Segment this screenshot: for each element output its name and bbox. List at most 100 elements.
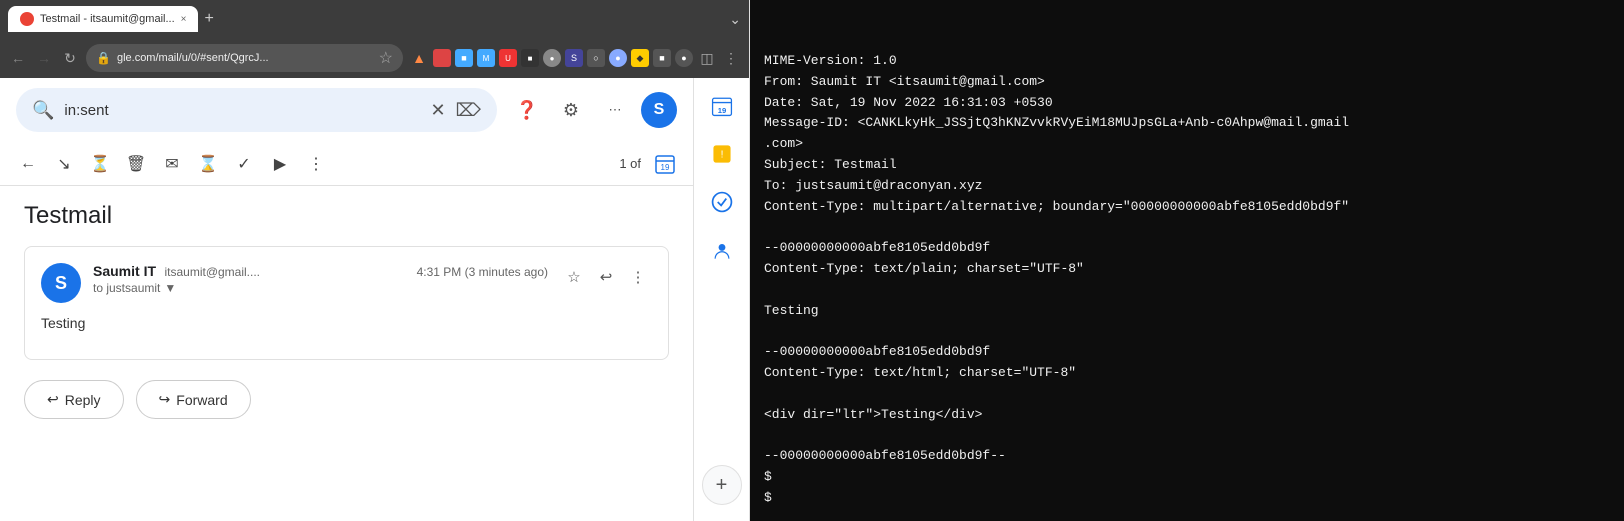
calendar-button[interactable]: 19 [649,148,681,180]
terminal-line [764,217,1610,238]
bookmark-icon[interactable]: ☆ [379,48,393,68]
search-text: in:sent [64,102,420,119]
sidebar-tasks-icon[interactable] [702,182,742,222]
sidebar-calendar-icon[interactable]: 19 [702,86,742,126]
email-subject: Testmail [24,202,669,230]
forward-label: Forward [176,392,227,408]
brave-icon[interactable]: ▲ [409,48,429,68]
email-toolbar: ← ↘ ⏳ 🗑 ✉ ⌛ ✓ ▶ ⋮ 1 of 19 [0,142,693,186]
forward-button[interactable]: ↪ Forward [136,380,251,419]
terminal-line: Content-Type: multipart/alternative; bou… [764,197,1610,218]
more-actions-button[interactable]: ⋮ [300,148,332,180]
ext-icon-6[interactable]: ● [543,49,561,67]
sidebar-notification-icon[interactable]: ! [702,134,742,174]
move-to-button[interactable]: ▶ [264,148,296,180]
email-header-actions: ☆ ↩ ⋮ [560,263,652,291]
ext-icon-7[interactable]: S [565,49,583,67]
snooze-button[interactable]: ⌛ [192,148,224,180]
sender-avatar: S [41,263,81,303]
email-time: 4:31 PM (3 minutes ago) [417,265,548,279]
to-dropdown-button[interactable]: ▼ [164,281,176,295]
settings-button[interactable]: ⚙ [553,92,589,128]
browser-back-button[interactable]: ← [8,48,28,68]
more-options-button[interactable]: ⋮ [624,263,652,291]
reply-icon: ↩ [47,391,59,408]
terminal-line: Testing [764,301,1610,322]
email-actions: ↩ Reply ↪ Forward [24,380,669,419]
gmail-right-sidebar: 19 ! [693,78,749,521]
svg-text:19: 19 [717,106,726,115]
terminal-line: Content-Type: text/html; charset="UTF-8" [764,363,1610,384]
search-box[interactable]: 🔍 in:sent ✕ ⌦ [16,88,497,132]
reply-label: Reply [65,392,101,408]
sidebar-contacts-icon[interactable] [702,230,742,270]
terminal-line: To: justsaumit@draconyan.xyz [764,176,1610,197]
browser-extensions: ▲ ■ M U ■ ● S ○ ● ◆ ■ ● ◫ ⋮ [409,48,741,68]
gmail-header-icons: ❓ ⚙ ⋯ S [509,92,677,128]
terminal-panel: const tData = JSON.parse(document.getEle… [750,0,1624,521]
sender-email: itsaumit@gmail.... [164,265,260,279]
terminal-line: Content-Type: text/plain; charset="UTF-8… [764,259,1610,280]
ext-icon-4[interactable]: U [499,49,517,67]
mark-unread-button[interactable]: ✉ [156,148,188,180]
reply-button[interactable]: ↩ Reply [24,380,124,419]
apps-button[interactable]: ⋯ [597,92,633,128]
search-icon: 🔍 [32,100,54,121]
svg-text:19: 19 [661,163,670,172]
delete-button[interactable]: 🗑 [120,148,152,180]
browser-refresh-button[interactable]: ↻ [60,48,80,68]
sender-name: Saumit IT [93,263,156,279]
browser-menu-button[interactable]: ⋮ [721,48,741,68]
svg-text:!: ! [720,149,723,160]
calendar-icon: 19 [653,152,677,176]
lock-icon: 🔒 [96,51,111,65]
address-bar[interactable]: 🔒 gle.com/mail/u/0/#sent/QgrcJ... ☆ [86,44,403,72]
ext-icon-9[interactable]: ● [609,49,627,67]
terminal-line: --00000000000abfe8105edd0bd9f [764,342,1610,363]
ext-icon-10[interactable]: ◆ [631,49,649,67]
tab-title: Testmail - itsaumit@gmail... [40,13,175,25]
email-to-line: to justsaumit ▼ [93,281,548,295]
terminal-line: MIME-Version: 1.0 [764,51,1610,72]
reply-quick-button[interactable]: ↩ [592,263,620,291]
user-avatar[interactable]: S [641,92,677,128]
back-button[interactable]: ← [12,148,44,180]
to-text: to justsaumit [93,281,160,295]
spam-button[interactable]: ⏳ [84,148,116,180]
search-clear-button[interactable]: ✕ [430,100,445,121]
terminal-line: --00000000000abfe8105edd0bd9f [764,238,1610,259]
browser-forward-button[interactable]: → [34,48,54,68]
email-header: S Saumit IT itsaumit@gmail.... 4:31 PM (… [41,263,652,303]
terminal-line [764,384,1610,405]
terminal-line [764,280,1610,301]
terminal-line [764,425,1610,446]
extensions-menu-button[interactable]: ◫ [697,48,717,68]
help-button[interactable]: ❓ [509,92,545,128]
ext-icon-1[interactable] [433,49,451,67]
ext-icon-3[interactable]: M [477,49,495,67]
ext-icon-8[interactable]: ○ [587,49,605,67]
page-indicator: 1 of [619,156,641,171]
ext-icon-2[interactable]: ■ [455,49,473,67]
terminal-line: --00000000000abfe8105edd0bd9f-- [764,446,1610,467]
tab-favicon [20,12,34,26]
tab-close-button[interactable]: × [181,14,187,25]
ext-icon-11[interactable]: ■ [653,49,671,67]
sidebar-add-button[interactable]: + [702,465,742,505]
terminal-line: Message-ID: <CANKLkyHk_JSSjtQ3hKNZvvkRVy… [764,113,1610,134]
email-content-area: Testmail S Saumit IT itsaumit@gmail.... … [0,186,693,521]
mark-done-button[interactable]: ✓ [228,148,260,180]
terminal-line: Date: Sat, 19 Nov 2022 16:31:03 +0530 [764,93,1610,114]
forward-icon: ↪ [159,391,171,408]
tab-chevron-button[interactable]: ⌄ [729,11,741,28]
ext-icon-5[interactable]: ■ [521,49,539,67]
ext-icon-12[interactable]: ● [675,49,693,67]
new-tab-button[interactable]: + [204,10,213,28]
search-filter-button[interactable]: ⌦ [456,100,481,121]
star-button[interactable]: ☆ [560,263,588,291]
active-tab[interactable]: Testmail - itsaumit@gmail... × [8,6,198,32]
terminal-line: <div dir="ltr">Testing</div> [764,405,1610,426]
terminal-line: Subject: Testmail [764,155,1610,176]
email-body: Testing [41,315,652,331]
archive-button[interactable]: ↘ [48,148,80,180]
